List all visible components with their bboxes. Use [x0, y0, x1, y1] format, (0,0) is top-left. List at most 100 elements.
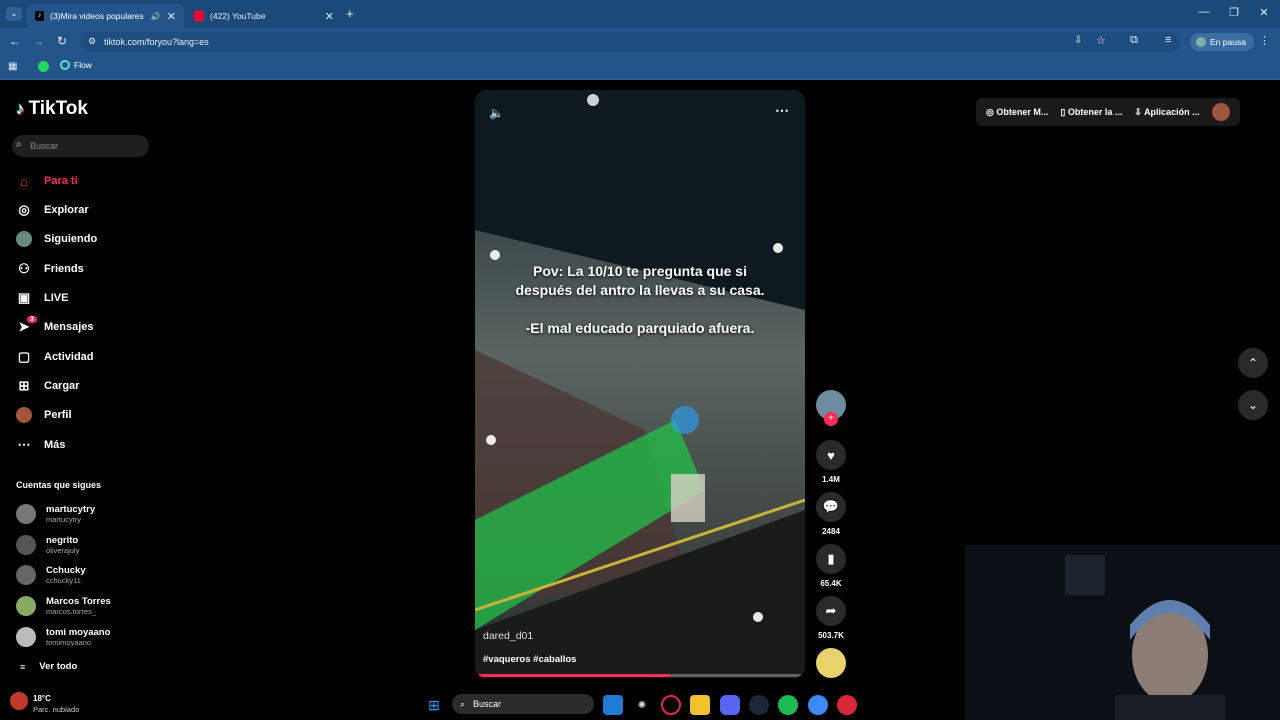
- forward-button[interactable]: →: [29, 34, 47, 48]
- edge-icon[interactable]: [603, 695, 623, 715]
- nav-label: LIVE: [44, 292, 69, 304]
- weather-temp[interactable]: 18°C: [33, 694, 51, 703]
- share-button[interactable]: ➦ 503.7K: [816, 596, 846, 640]
- top-actions: ◎ Obtener M... ▯ Obtener la ... ⇩ Aplica…: [976, 98, 1240, 126]
- nav-item[interactable]: ⌂ Para ti: [16, 170, 78, 192]
- address-bar[interactable]: ⚙ tiktok.com/foryou?lang=es: [80, 32, 1180, 52]
- reading-list-icon[interactable]: ≡: [1165, 34, 1171, 46]
- steam-icon[interactable]: [749, 695, 769, 715]
- desktop-app-button[interactable]: ⇩ Aplicación ...: [1134, 107, 1199, 118]
- bookmarks-bar: [0, 56, 1280, 80]
- minimize-button[interactable]: —: [1194, 6, 1214, 18]
- pause-label: En pausa: [1210, 37, 1246, 47]
- tiktok-logo[interactable]: ♪ TikTok: [16, 98, 88, 120]
- account-text: Marcos Torres marcos.torres_: [46, 596, 111, 616]
- chevron-down-icon: ⌄: [1247, 398, 1259, 412]
- save-button[interactable]: ▮ 65.4K: [816, 544, 846, 588]
- tab-tiktok[interactable]: ♪ (3)Mira videos populares sob 🔊 ✕: [27, 4, 184, 28]
- nav-label: Para ti: [44, 175, 78, 187]
- avatar: [16, 535, 36, 555]
- close-tab-icon[interactable]: ✕: [325, 10, 334, 23]
- close-window-button[interactable]: ✕: [1254, 6, 1274, 19]
- profile-avatar: [1196, 37, 1206, 47]
- nav-label: Actividad: [44, 351, 94, 363]
- account-text: negrito oliverajuly: [46, 535, 79, 555]
- share-count: 503.7K: [818, 631, 844, 640]
- nav-item[interactable]: ◎ Explorar: [16, 199, 89, 221]
- openai-icon[interactable]: ✺: [632, 695, 652, 715]
- install-app-icon[interactable]: ⇩: [1074, 35, 1082, 46]
- following-account[interactable]: negrito oliverajuly: [16, 531, 79, 559]
- previous-video-button[interactable]: ⌃: [1238, 348, 1268, 378]
- whatsapp-icon[interactable]: [38, 61, 49, 72]
- taskbar-search[interactable]: ⌕ Buscar: [452, 694, 594, 714]
- music-disc-button[interactable]: [816, 648, 846, 678]
- profile-pause-button[interactable]: En pausa: [1190, 33, 1254, 51]
- comment-button[interactable]: 💬 2484: [816, 492, 846, 536]
- next-video-button[interactable]: ⌄: [1238, 390, 1268, 420]
- avatar: [16, 627, 36, 647]
- progress-track[interactable]: [475, 674, 805, 677]
- nav-item[interactable]: ⚇ Friends: [16, 258, 84, 280]
- nav-label: Explorar: [44, 204, 89, 216]
- account-name: tomi moyaano: [46, 627, 111, 638]
- maximize-button[interactable]: ❐: [1224, 6, 1244, 19]
- list-icon: ≡: [20, 661, 26, 672]
- reload-button[interactable]: ↻: [53, 34, 71, 48]
- tab-youtube[interactable]: (422) YouTube ✕: [186, 4, 342, 28]
- back-button[interactable]: ←: [6, 34, 24, 48]
- new-tab-button[interactable]: +: [346, 6, 354, 21]
- nav-item[interactable]: ➤ Mensajes 3: [16, 316, 94, 338]
- nav-item[interactable]: ⊞ Cargar: [16, 375, 80, 397]
- nav-item[interactable]: Siguiendo: [16, 228, 97, 250]
- nav-item[interactable]: ⋯ Más: [16, 434, 66, 456]
- see-all-label: Ver todo: [39, 661, 78, 672]
- youtube-favicon-icon: [194, 11, 204, 21]
- nav-item[interactable]: Perfil: [16, 404, 72, 426]
- site-info-icon[interactable]: ⚙: [88, 36, 96, 47]
- weather-icon[interactable]: [10, 692, 28, 710]
- following-account[interactable]: Cchucky cchucky11: [16, 561, 86, 589]
- like-button[interactable]: ♥ 1.4M: [816, 440, 846, 484]
- spotify-icon[interactable]: [778, 695, 798, 715]
- more-options-icon[interactable]: ⋯: [775, 102, 789, 119]
- account-name: Marcos Torres: [46, 596, 111, 607]
- volume-icon[interactable]: 🔈: [489, 106, 504, 120]
- nav-label: Friends: [44, 263, 84, 275]
- tab-title: (3)Mira videos populares sob: [50, 11, 145, 21]
- following-account[interactable]: martucytry martucytry: [16, 500, 95, 528]
- see-all-link[interactable]: ≡ Ver todo: [20, 661, 77, 672]
- windows-start-icon[interactable]: ⊞: [424, 695, 444, 715]
- tab-list-button[interactable]: ⌄: [6, 7, 22, 21]
- following-account[interactable]: Marcos Torres marcos.torres_: [16, 592, 111, 620]
- account-handle: martucytry: [46, 515, 82, 524]
- discord-icon[interactable]: [720, 695, 740, 715]
- chrome-icon[interactable]: [808, 695, 828, 715]
- extensions-icon[interactable]: ⧉: [1130, 34, 1138, 47]
- video-player[interactable]: 🔈 ⋯ Pov: La 10/10 te pregunta que si des…: [475, 90, 805, 678]
- video-author[interactable]: dared_d01: [483, 630, 533, 642]
- bookmark-flow[interactable]: Flow: [60, 60, 92, 70]
- user-avatar[interactable]: [1211, 103, 1230, 121]
- nav-item[interactable]: ▢ Actividad: [16, 346, 94, 368]
- compass-icon: ◎: [18, 202, 30, 217]
- progress-fill: [475, 674, 670, 677]
- close-tab-icon[interactable]: ✕: [167, 10, 176, 23]
- account-handle: marcos.torres_: [46, 607, 97, 616]
- get-coins-button[interactable]: ◎ Obtener M...: [986, 107, 1048, 118]
- nav-item[interactable]: ▣ LIVE: [16, 287, 69, 309]
- search-input[interactable]: ⌕ Buscar: [12, 135, 149, 157]
- author-avatar-button[interactable]: +: [816, 390, 846, 426]
- app-icon[interactable]: [837, 695, 857, 715]
- follow-plus-icon[interactable]: +: [824, 412, 838, 426]
- menu-icon[interactable]: ⋮: [1259, 34, 1270, 47]
- apps-grid-icon[interactable]: ▦: [8, 61, 17, 72]
- opera-icon[interactable]: [661, 695, 681, 715]
- video-hashtags[interactable]: #vaqueros #caballos: [483, 654, 576, 665]
- file-explorer-icon[interactable]: [690, 695, 710, 715]
- following-account[interactable]: tomi moyaano tomimoyaano: [16, 623, 110, 651]
- bookmark-star-icon[interactable]: ☆: [1096, 34, 1106, 47]
- following-section-title: Cuentas que sigues: [16, 480, 102, 490]
- get-app-button[interactable]: ▯ Obtener la ...: [1060, 107, 1122, 118]
- comment-count: 2484: [822, 527, 840, 536]
